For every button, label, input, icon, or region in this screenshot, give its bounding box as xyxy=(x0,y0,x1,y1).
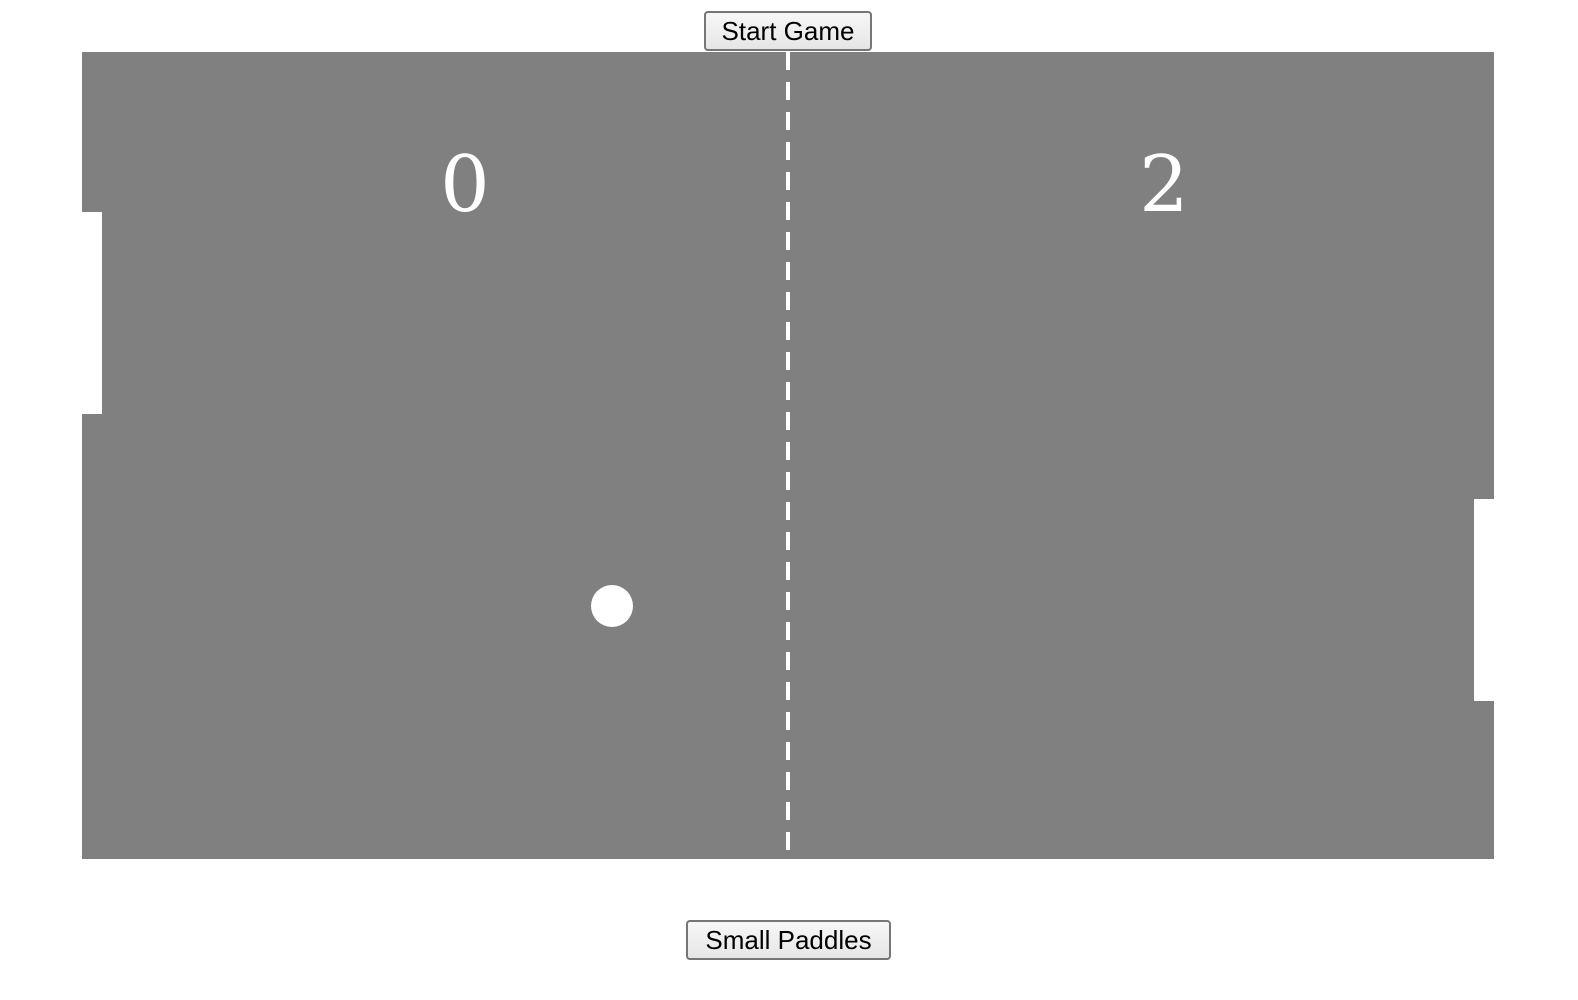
game-page: Start Game 0 2 Small Paddles xyxy=(0,0,1578,1000)
start-game-button[interactable]: Start Game xyxy=(704,11,872,51)
small-paddles-button[interactable]: Small Paddles xyxy=(686,920,891,960)
ball xyxy=(591,585,633,627)
left-paddle[interactable] xyxy=(82,212,102,414)
right-player-score: 2 xyxy=(1139,140,1189,230)
right-paddle[interactable] xyxy=(1474,499,1494,701)
center-net-line xyxy=(786,52,790,859)
game-field[interactable]: 0 2 xyxy=(82,52,1494,859)
left-player-score: 0 xyxy=(440,140,490,230)
